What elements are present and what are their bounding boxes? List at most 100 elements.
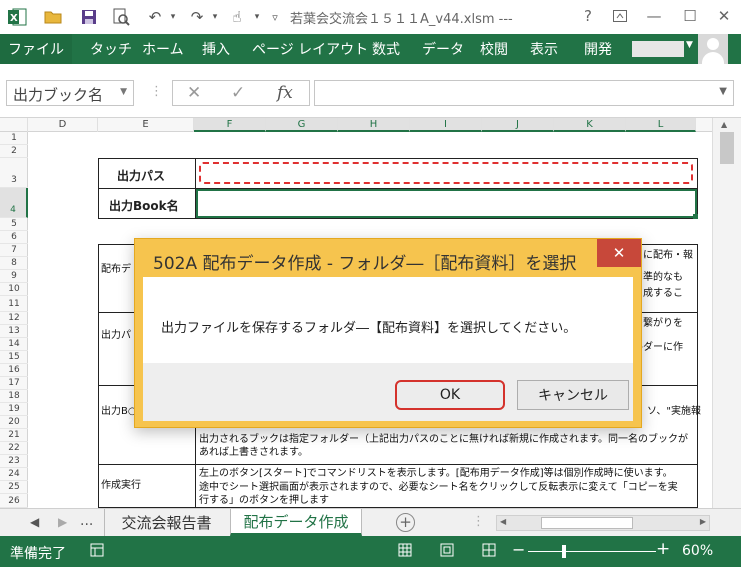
row-header[interactable]: 5 — [0, 218, 28, 231]
normal-view-icon[interactable] — [398, 543, 412, 561]
scroll-up-icon[interactable]: ▲ — [721, 120, 727, 129]
info-text: 行する」のボタンを押します — [199, 495, 329, 506]
vertical-scroll-thumb[interactable] — [720, 132, 734, 164]
horizontal-scrollbar[interactable]: ◀ ▶ — [496, 515, 710, 531]
customize-toolbar-icon[interactable]: ▿ — [264, 6, 286, 28]
column-header[interactable]: H — [338, 118, 410, 132]
column-header[interactable]: I — [410, 118, 482, 132]
account-name[interactable] — [632, 41, 684, 57]
row-header[interactable]: 9 — [0, 270, 28, 283]
ribbon-display-icon[interactable] — [606, 4, 634, 28]
tab-scroll-right-icon[interactable]: ▶ — [58, 515, 67, 529]
expand-formula-bar-icon[interactable]: ▼ — [719, 86, 727, 97]
row-header[interactable]: 4 — [0, 188, 28, 218]
row-header[interactable]: 23 — [0, 455, 28, 468]
column-header[interactable]: J — [482, 118, 554, 132]
row-header[interactable]: 6 — [0, 231, 28, 244]
row-header[interactable]: 1 — [0, 132, 28, 145]
confirm-entry-icon[interactable]: ✓ — [231, 83, 245, 103]
name-box-value: 出力ブック名 — [13, 86, 104, 104]
name-box-dropdown-icon[interactable]: ▼ — [120, 87, 127, 97]
file-tab[interactable]: ファイル — [0, 34, 72, 64]
splitter-handle-icon[interactable]: ⋮ — [150, 84, 163, 99]
sheet-tab-report[interactable]: 交流会報告書 — [104, 509, 228, 536]
tab-view[interactable]: 表示 — [530, 34, 558, 64]
tab-touch[interactable]: タッチ — [90, 34, 132, 64]
maximize-icon[interactable]: ☐ — [676, 4, 704, 28]
splitter-handle-icon[interactable]: ⋮ — [472, 514, 485, 529]
name-box[interactable]: 出力ブック名 ▼ — [6, 80, 134, 106]
macro-recording-icon[interactable] — [90, 543, 104, 561]
output-book-name-cell[interactable] — [196, 189, 697, 218]
column-header[interactable]: K — [554, 118, 626, 132]
row-header[interactable]: 11 — [0, 296, 28, 312]
row-header[interactable]: 14 — [0, 338, 28, 351]
row-header[interactable]: 7 — [0, 244, 28, 257]
help-icon[interactable]: ? — [574, 4, 602, 28]
touch-mode-icon[interactable]: ☝ — [226, 6, 248, 28]
row-header[interactable]: 21 — [0, 429, 28, 442]
account-dropdown-icon[interactable]: ▼ — [686, 40, 693, 50]
formula-input[interactable]: ▼ — [314, 80, 734, 106]
tab-developer[interactable]: 開発 — [584, 34, 612, 64]
row-header[interactable]: 2 — [0, 145, 28, 158]
open-folder-icon[interactable] — [42, 6, 64, 28]
undo-dropdown-icon[interactable]: ▾ — [162, 6, 184, 28]
output-path-cell[interactable] — [199, 162, 693, 184]
redo-dropdown-icon[interactable]: ▾ — [204, 6, 226, 28]
avatar[interactable] — [698, 34, 728, 64]
new-sheet-icon[interactable]: + — [396, 513, 415, 532]
sheet-tab-distribution-data[interactable]: 配布データ作成 — [230, 509, 362, 536]
row-header[interactable]: 22 — [0, 442, 28, 455]
more-sheets-button[interactable]: ... — [80, 513, 93, 529]
cancel-button[interactable]: キャンセル — [517, 380, 629, 410]
column-header[interactable]: D — [28, 118, 98, 132]
ok-button[interactable]: OK — [395, 380, 505, 410]
tab-formulas[interactable]: 数式 — [372, 34, 400, 64]
tab-review[interactable]: 校閲 — [480, 34, 508, 64]
zoom-slider-thumb[interactable] — [562, 545, 566, 558]
zoom-level[interactable]: 60% — [682, 543, 713, 559]
save-icon[interactable] — [78, 6, 100, 28]
close-window-icon[interactable]: ✕ — [710, 4, 738, 28]
select-all-corner[interactable] — [0, 118, 28, 132]
row-header[interactable]: 19 — [0, 403, 28, 416]
column-header[interactable]: E — [98, 118, 194, 132]
row-header[interactable]: 18 — [0, 390, 28, 403]
page-break-view-icon[interactable] — [482, 543, 496, 561]
tab-home[interactable]: ホーム — [142, 34, 184, 64]
row-header[interactable]: 17 — [0, 377, 28, 390]
zoom-slider[interactable] — [528, 551, 656, 552]
vertical-scrollbar[interactable]: ▲ — [712, 118, 741, 508]
row-header[interactable]: 12 — [0, 312, 28, 325]
cancel-entry-icon[interactable]: ✕ — [187, 83, 201, 103]
zoom-in-icon[interactable]: + — [656, 539, 670, 559]
column-header[interactable]: G — [266, 118, 338, 132]
row-header[interactable]: 16 — [0, 364, 28, 377]
row-header[interactable]: 26 — [0, 494, 28, 508]
column-header[interactable]: L — [626, 118, 696, 132]
row-header[interactable]: 15 — [0, 351, 28, 364]
scroll-right-icon[interactable]: ▶ — [700, 517, 706, 526]
page-layout-view-icon[interactable] — [440, 543, 454, 561]
fill-handle[interactable] — [693, 214, 698, 219]
dialog-close-button[interactable]: ✕ — [597, 239, 641, 267]
row-header[interactable]: 13 — [0, 325, 28, 338]
row-header[interactable]: 25 — [0, 481, 28, 494]
tab-data[interactable]: データ — [422, 34, 464, 64]
tab-scroll-left-icon[interactable]: ◀ — [30, 515, 39, 529]
row-header[interactable]: 24 — [0, 468, 28, 481]
insert-function-icon[interactable]: fx — [277, 83, 293, 103]
minimize-icon[interactable]: — — [640, 4, 668, 28]
row-header[interactable]: 20 — [0, 416, 28, 429]
print-preview-icon[interactable] — [110, 6, 132, 28]
row-header[interactable]: 3 — [0, 158, 28, 188]
row-header[interactable]: 10 — [0, 283, 28, 296]
tab-insert[interactable]: 挿入 — [202, 34, 230, 64]
row-header[interactable]: 8 — [0, 257, 28, 270]
horizontal-scroll-thumb[interactable] — [541, 517, 633, 529]
column-header[interactable]: F — [194, 118, 266, 132]
scroll-left-icon[interactable]: ◀ — [500, 517, 506, 526]
tab-page-layout[interactable]: ページ レイアウト — [252, 34, 368, 64]
zoom-out-icon[interactable]: − — [512, 540, 525, 559]
